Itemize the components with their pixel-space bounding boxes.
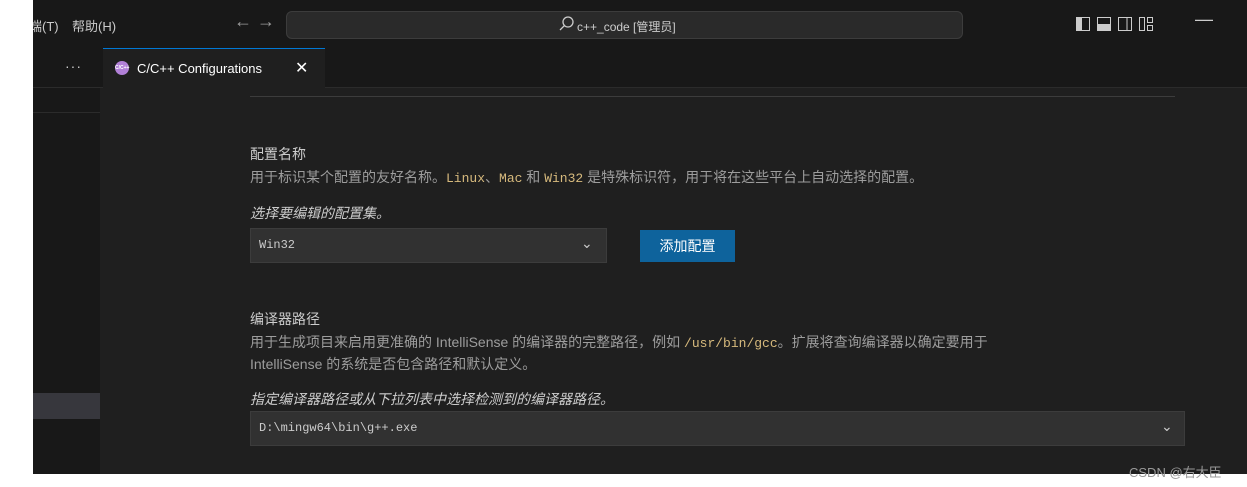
code-linux: Linux [446, 171, 486, 186]
cpp-extension-icon: C/C++ [115, 61, 129, 75]
command-center[interactable]: c++_code [管理员] [286, 11, 963, 39]
compiler-path-hint: 指定编译器路径或从下拉列表中选择检测到的编译器路径。 [250, 391, 614, 407]
close-tab-icon[interactable]: ✕ [295, 58, 308, 78]
code-gcc-example: /usr/bin/gcc [684, 336, 778, 351]
config-name-description: 用于标识某个配置的友好名称。Linux、Mac 和 Win32 是特殊标识符，用… [250, 169, 924, 186]
code-win32: Win32 [544, 171, 584, 186]
command-center-text: c++_code [管理员] [577, 20, 676, 34]
section-divider [250, 96, 1175, 97]
toggle-primary-sidebar-icon[interactable] [1076, 17, 1090, 31]
sidebar-selected-item[interactable] [33, 393, 100, 419]
chevron-down-icon: ⌄ [581, 235, 593, 251]
chevron-down-icon: ⌄ [1161, 418, 1173, 434]
toggle-secondary-sidebar-icon[interactable] [1118, 17, 1132, 31]
sidebar-divider [33, 112, 100, 113]
search-icon [559, 16, 574, 31]
compiler-path-value: D:\mingw64\bin\g++.exe [259, 421, 418, 435]
vscode-window: 端(T) 帮助(H) ← → c++_code [管理员] — ··· C/C+… [33, 0, 1247, 474]
config-name-hint: 选择要编辑的配置集。 [250, 205, 390, 221]
menu-help[interactable]: 帮助(H) [72, 16, 116, 35]
menu-terminal[interactable]: 端(T) [33, 16, 59, 35]
watermark: CSDN @右大臣 [1129, 465, 1222, 480]
more-actions-icon[interactable]: ··· [65, 58, 82, 74]
tab-cpp-configurations[interactable]: C/C++ C/C++ Configurations ✕ [103, 48, 325, 88]
minimize-button[interactable]: — [1195, 9, 1213, 30]
code-mac: Mac [499, 171, 523, 186]
compiler-path-title: 编译器路径 [250, 311, 320, 327]
toggle-panel-icon[interactable] [1097, 17, 1111, 31]
forward-arrow-icon[interactable]: → [257, 11, 275, 32]
back-arrow-icon[interactable]: ← [234, 11, 252, 32]
customize-layout-icon[interactable] [1139, 17, 1153, 31]
config-name-title: 配置名称 [250, 146, 306, 162]
compiler-path-description: 用于生成项目来启用更准确的 IntelliSense 的编译器的完整路径，例如 … [250, 334, 988, 351]
config-select-value: Win32 [259, 238, 296, 252]
editor-content: 配置名称 用于标识某个配置的友好名称。Linux、Mac 和 Win32 是特殊… [100, 88, 1247, 474]
title-bar: 端(T) 帮助(H) ← → c++_code [管理员] — [33, 0, 1247, 48]
add-configuration-button[interactable]: 添加配置 [640, 230, 735, 262]
sidebar [33, 88, 100, 474]
compiler-path-description-line2: IntelliSense 的系统是否包含路径和默认定义。 [250, 356, 537, 372]
config-select[interactable]: Win32 ⌄ [250, 228, 607, 263]
compiler-path-select[interactable]: D:\mingw64\bin\g++.exe ⌄ [250, 411, 1185, 446]
tab-bar: ··· C/C++ C/C++ Configurations ✕ [33, 48, 1247, 88]
tab-label: C/C++ Configurations [137, 61, 263, 76]
